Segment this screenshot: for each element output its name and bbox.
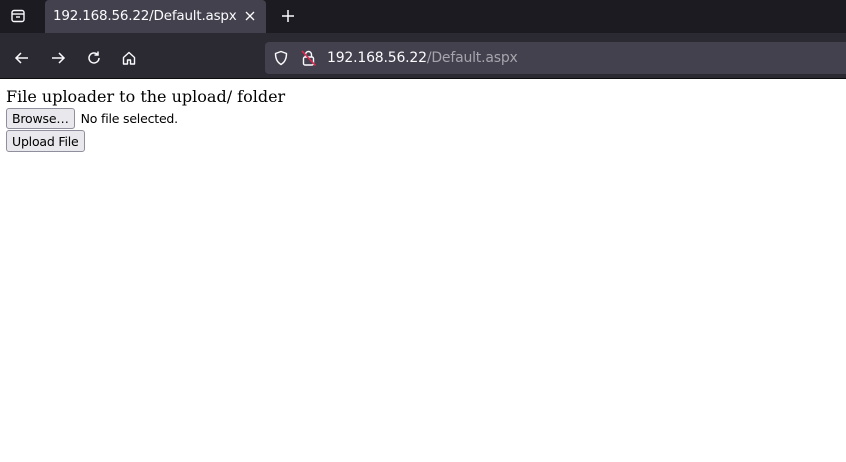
tab-list-button[interactable] — [6, 5, 30, 27]
page-content: File uploader to the upload/ folder Brow… — [0, 79, 846, 462]
shield-icon[interactable] — [273, 50, 289, 66]
forward-button[interactable] — [47, 47, 69, 69]
url-text[interactable]: 192.168.56.22/Default.aspx — [327, 50, 518, 66]
file-input[interactable]: Browse… No file selected. — [6, 107, 178, 129]
plus-icon — [282, 10, 294, 22]
url-bar[interactable]: 192.168.56.22/Default.aspx — [265, 42, 846, 74]
arrow-right-icon — [52, 52, 66, 64]
url-path: /Default.aspx — [426, 50, 518, 66]
file-status-text: No file selected. — [80, 110, 179, 126]
reload-icon — [88, 51, 100, 64]
tab-title: 192.168.56.22/Default.aspx — [53, 8, 237, 24]
home-icon — [122, 51, 136, 65]
tab-strip: 192.168.56.22/Default.aspx — [0, 0, 846, 33]
page-heading: File uploader to the upload/ folder — [6, 87, 286, 106]
close-icon — [245, 11, 255, 21]
navigation-toolbar: 192.168.56.22/Default.aspx — [0, 38, 846, 78]
tab-close-button[interactable] — [241, 7, 259, 25]
tab-list-icon — [11, 9, 25, 23]
arrow-left-icon — [14, 52, 28, 64]
tab-active[interactable]: 192.168.56.22/Default.aspx — [45, 0, 266, 33]
url-host: 192.168.56.22 — [327, 50, 427, 66]
new-tab-button[interactable] — [278, 6, 298, 26]
upload-file-button[interactable]: Upload File — [6, 130, 85, 152]
reload-button[interactable] — [83, 47, 105, 69]
browse-button[interactable]: Browse… — [6, 107, 75, 129]
back-button[interactable] — [11, 47, 33, 69]
insecure-lock-icon[interactable] — [300, 49, 318, 67]
home-button[interactable] — [118, 47, 140, 69]
